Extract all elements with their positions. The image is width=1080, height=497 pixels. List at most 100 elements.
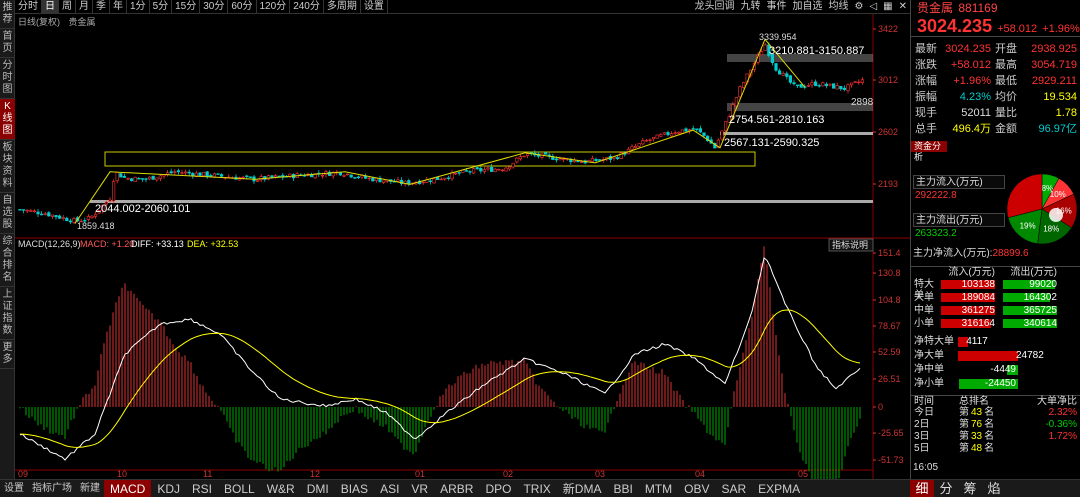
candle-body — [212, 173, 217, 178]
bottom-tool-1[interactable]: 指标广场 — [28, 480, 76, 497]
left-tab-3[interactable]: K线图 — [0, 99, 15, 140]
candle-body — [468, 171, 472, 173]
indicator-tab-obv[interactable]: OBV — [678, 480, 715, 497]
candle-body — [151, 175, 155, 180]
left-tab-7[interactable]: 上证指数 — [0, 287, 15, 340]
low-price-label: 1859.418 — [77, 221, 115, 231]
pie-logo — [1049, 208, 1063, 222]
order-out-value: 164302 — [1023, 292, 1057, 303]
candle-body — [594, 159, 598, 162]
quote-row: 总手 496.4万 金额 96.97亿 — [911, 121, 1080, 137]
rank-number: 33 — [971, 431, 983, 442]
left-tab-label: 更多 — [2, 342, 13, 365]
candle-body — [842, 87, 846, 90]
period-tab-9[interactable]: 30分 — [200, 0, 229, 14]
tool-1[interactable]: 九转 — [737, 0, 763, 14]
rank-total: 第 48 名 — [959, 443, 1019, 454]
security-name: 贵金属 — [917, 1, 954, 15]
quote-label: 金额 — [995, 123, 1017, 135]
support-zone-label: 2754.561-2810.163 — [729, 114, 824, 126]
candle-body — [651, 137, 656, 140]
left-tab-5[interactable]: 自选股 — [0, 193, 15, 234]
order-in-cell: 103138 — [941, 279, 995, 290]
tool-2[interactable]: 事件 — [763, 0, 789, 14]
indicator-tab-wr[interactable]: W&R — [261, 480, 301, 497]
period-tab-14[interactable]: 设置 — [361, 0, 388, 14]
candle-body — [65, 217, 69, 222]
candle-body — [453, 172, 458, 175]
period-tab-0[interactable]: 分时 — [15, 0, 42, 14]
rank-time: 2日 — [914, 419, 930, 430]
order-in-value: 361275 — [961, 305, 995, 316]
price-line: 3024.235 +58.012 +1.96% — [911, 16, 1080, 36]
indicator-tab-dpo[interactable]: DPO — [479, 480, 517, 497]
tool-0[interactable]: 龙头回调 — [691, 0, 737, 14]
net-inflow-label: 主力净流入(万元): — [913, 248, 993, 259]
candle-body — [381, 180, 386, 183]
indicator-tab-kdj[interactable]: KDJ — [151, 480, 186, 497]
left-tab-1[interactable]: 首页 — [0, 29, 15, 58]
left-tab-0[interactable]: 推荐 — [0, 0, 15, 29]
period-tab-8[interactable]: 15分 — [172, 0, 201, 14]
left-tab-4[interactable]: 板块资料 — [0, 140, 15, 193]
kline-chart[interactable]: 3422 3012 2602 2193 151.4 130.8 104.8 78.67 52.5… — [15, 14, 910, 479]
left-tab-8[interactable]: 更多 — [0, 340, 15, 369]
detail-tab-3[interactable]: 焰 — [982, 480, 1006, 497]
period-tab-2[interactable]: 周 — [59, 0, 76, 14]
indicator-tab-expma[interactable]: EXPMA — [752, 480, 806, 497]
grid-icon[interactable]: ▦ — [880, 0, 895, 14]
indicator-tab-bias[interactable]: BIAS — [335, 480, 374, 497]
left-tab-label: 综合排名 — [2, 236, 13, 283]
candle-body — [72, 218, 76, 223]
indicator-tab-mtm[interactable]: MTM — [639, 480, 678, 497]
inflow-value: 292222.8 — [915, 190, 957, 201]
period-tab-13[interactable]: 多周期 — [324, 0, 361, 14]
settings-icon[interactable]: ⚙ — [851, 0, 866, 14]
quote-label: 最低 — [995, 75, 1017, 87]
indicator-tab-vr[interactable]: VR — [405, 480, 434, 497]
detail-tab-0[interactable]: 细 — [910, 480, 934, 497]
period-tab-12[interactable]: 240分 — [290, 0, 324, 14]
candle-body — [209, 175, 213, 177]
close-icon[interactable]: ✕ — [896, 0, 910, 14]
detail-tab-2[interactable]: 筹 — [958, 480, 982, 497]
candle-body — [216, 173, 220, 175]
indicator-tab-trix[interactable]: TRIX — [517, 480, 556, 497]
period-tab-3[interactable]: 月 — [76, 0, 93, 14]
candle-body — [720, 130, 724, 140]
bottom-tool-0[interactable]: 设置 — [0, 480, 28, 497]
tool-3[interactable]: 加自选 — [789, 0, 825, 14]
left-tab-6[interactable]: 综合排名 — [0, 234, 15, 287]
period-tab-5[interactable]: 年 — [110, 0, 127, 14]
period-tab-6[interactable]: 1分 — [127, 0, 150, 14]
candle-body — [119, 173, 123, 178]
detail-tab-1[interactable]: 分 — [934, 480, 958, 497]
indicator-tab-dmi[interactable]: DMI — [301, 480, 335, 497]
indicator-tab-bar: 设置 指标广场 新建 MACD KDJ RSI BOLL W&R DMI BIAS ASI VR ARB… — [0, 479, 910, 497]
indicator-tab-macd[interactable]: MACD — [104, 479, 152, 497]
candle-body — [22, 209, 26, 211]
period-tab-4[interactable]: 季 — [93, 0, 110, 14]
period-tab-7[interactable]: 5分 — [150, 0, 173, 14]
left-tab-2[interactable]: 分时图 — [0, 58, 15, 99]
bottom-tool-2[interactable]: 新建 — [76, 480, 104, 497]
order-in-value: 316164 — [961, 318, 995, 329]
back-icon[interactable]: ◁ — [866, 0, 880, 14]
indicator-tab-asi[interactable]: ASI — [374, 480, 405, 497]
candle-body — [669, 133, 674, 137]
indicator-tab-rsi[interactable]: RSI — [186, 480, 218, 497]
rank-prefix: 第 — [959, 407, 969, 418]
period-tab-1[interactable]: 日 — [42, 0, 59, 14]
period-tab-11[interactable]: 120分 — [257, 0, 291, 14]
indicator-tab-boll[interactable]: BOLL — [218, 480, 261, 497]
candle-body — [457, 172, 461, 174]
indicator-tab-dma[interactable]: 新DMA — [557, 480, 608, 497]
period-tab-10[interactable]: 60分 — [228, 0, 257, 14]
indicator-tab-sar[interactable]: SAR — [715, 480, 752, 497]
indicator-tab-arbr[interactable]: ARBR — [434, 480, 479, 497]
rank-time: 今日 — [914, 407, 934, 418]
indicator-tab-bbi[interactable]: BBI — [607, 480, 638, 497]
candle-body — [184, 171, 188, 174]
tool-4[interactable]: 均线 — [825, 0, 851, 14]
candle-body — [191, 173, 195, 176]
